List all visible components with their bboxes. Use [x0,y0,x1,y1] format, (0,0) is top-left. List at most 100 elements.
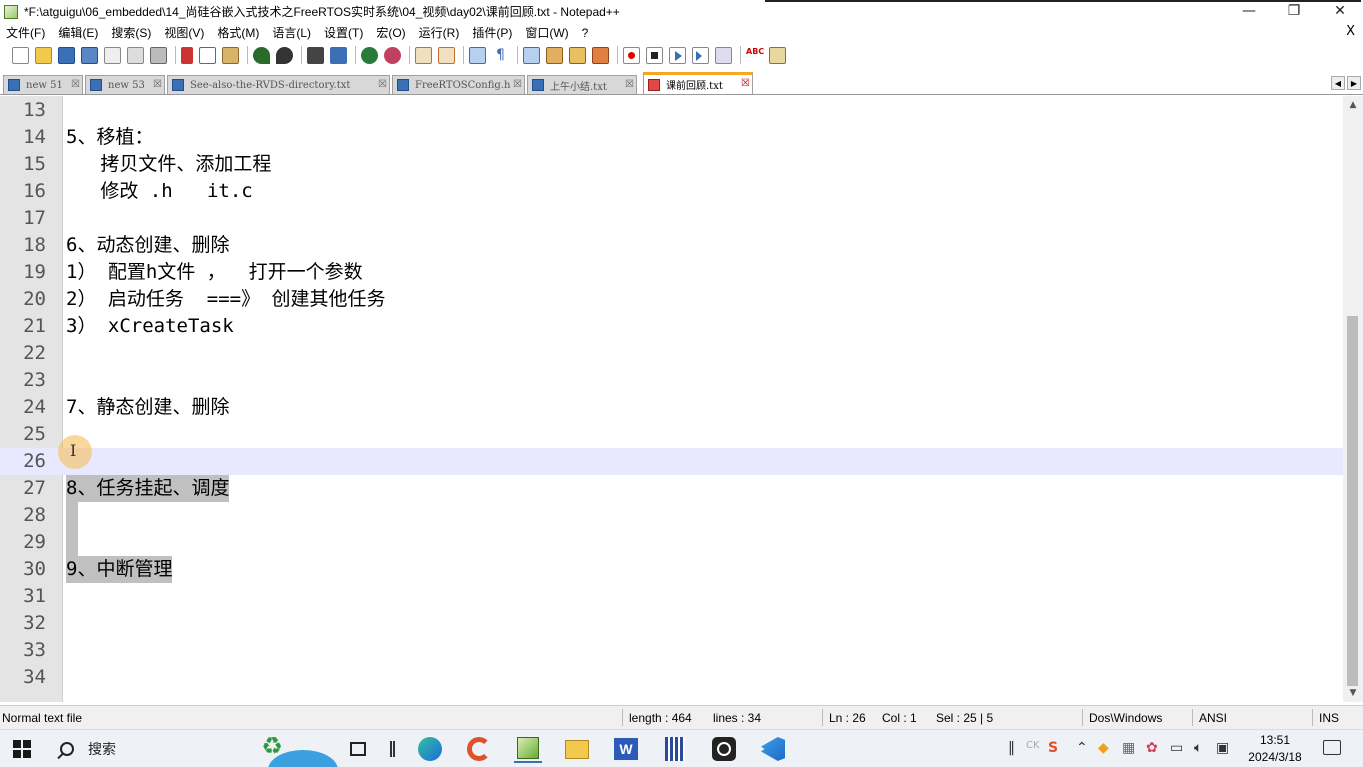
word-wrap-icon[interactable] [469,46,486,64]
editor-line[interactable]: 17 [0,205,1343,232]
find-icon[interactable] [307,46,324,64]
edge-icon[interactable] [416,735,444,763]
record-macro-icon[interactable] [623,46,640,64]
doc-map-icon[interactable] [546,46,563,64]
editor-line[interactable]: 23 [0,367,1343,394]
scroll-down-icon[interactable]: ▼ [1343,686,1363,700]
sync-v-icon[interactable] [415,46,432,64]
zoom-in-icon[interactable] [361,46,378,64]
paste-icon[interactable] [222,46,239,64]
sync-h-icon[interactable] [438,46,455,64]
tab-new-53[interactable]: new 53 ☒ [85,75,165,94]
zoom-out-icon[interactable] [384,46,401,64]
start-button[interactable] [13,740,31,758]
editor-line[interactable]: 14 5、移植： [0,124,1343,151]
close-document-button[interactable]: X [1346,24,1355,39]
menu-window[interactable]: 窗口(W) [525,24,568,41]
save-macro-icon[interactable] [715,46,732,64]
notification-icon[interactable] [1323,740,1341,755]
show-hidden-icons-icon[interactable]: ⌃ [1076,740,1088,756]
volume-icon[interactable]: 🔈︎ [1194,740,1202,756]
editor-line[interactable]: 15 拷贝文件、添加工程 [0,151,1343,178]
editor-line[interactable]: 13 [0,97,1343,124]
tab-morning-summary[interactable]: 上午小结.txt ☒ [527,75,637,94]
save-icon[interactable] [58,46,75,64]
tab-freertosconfig[interactable]: FreeRTOSConfig.h ☒ [392,75,525,94]
editor-line[interactable]: 30 9、中断管理 [0,556,1343,583]
editor-line[interactable]: 21 3） xCreateTask [0,313,1343,340]
editor-line[interactable]: 22 [0,340,1343,367]
scrollbar-thumb[interactable] [1347,316,1358,686]
editor-line[interactable]: 20 2） 启动任务 ===》 创建其他任务 [0,286,1343,313]
restore-button[interactable]: ❐ [1271,0,1317,22]
vscode-icon[interactable] [759,735,787,763]
menu-file[interactable]: 文件(F) [6,24,45,41]
editor-line[interactable]: 19 1） 配置h文件 ， 打开一个参数 [0,259,1343,286]
scroll-up-icon[interactable]: ▲ [1343,98,1363,112]
undo-icon[interactable] [253,46,270,64]
tab-scroll-right-icon[interactable]: ▶ [1347,76,1361,90]
menu-plugins[interactable]: 插件(P) [472,24,512,41]
tab-new-51[interactable]: new 51 ☒ [3,75,83,94]
redo-icon[interactable] [276,46,293,64]
folder-workspace-icon[interactable] [592,46,609,64]
tray-flower-icon[interactable]: ✿ [1146,740,1158,756]
tab-close-icon[interactable]: ☒ [153,79,162,90]
menu-format[interactable]: 格式(M) [217,24,259,41]
minimize-button[interactable]: — [1226,0,1272,22]
menu-settings[interactable]: 设置(T) [324,24,363,41]
tab-close-icon[interactable]: ☒ [378,79,387,90]
close-all-icon[interactable] [127,46,144,64]
doc-switcher-icon[interactable] [769,46,786,64]
tab-scroll-left-icon[interactable]: ◀ [1331,76,1345,90]
editor-line[interactable]: 34 [0,664,1343,691]
editor-line[interactable]: 33 [0,637,1343,664]
tab-see-also-rvds[interactable]: See-also-the-RVDS-directory.txt ☒ [167,75,390,94]
close-icon[interactable] [104,46,121,64]
editor-line[interactable]: 32 [0,610,1343,637]
stop-macro-icon[interactable] [646,46,663,64]
vertical-scrollbar[interactable]: ▲ ▼ [1343,96,1363,702]
tray-app-icon[interactable]: ◆ [1098,740,1109,756]
network-icon[interactable]: ▣ [1216,740,1229,756]
spellcheck-icon[interactable]: ABC [746,47,764,64]
menu-edit[interactable]: 编辑(E) [58,24,98,41]
menu-language[interactable]: 语言(L) [272,24,311,41]
menu-help[interactable]: ? [582,26,589,40]
close-window-button[interactable]: ✕ [1317,0,1363,22]
notepadpp-taskbar-icon[interactable] [514,735,542,763]
tab-close-icon[interactable]: ☒ [741,78,750,89]
tab-review[interactable]: 课前回顾.txt ☒ [643,72,753,94]
app-g-icon[interactable] [465,735,493,763]
open-file-icon[interactable] [35,46,52,64]
new-file-icon[interactable] [12,46,29,64]
play-macro-icon[interactable] [669,46,686,64]
editor-line[interactable]: 25 [0,421,1343,448]
menu-macro[interactable]: 宏(O) [376,24,405,41]
taskbar-clock[interactable]: 13:51 2024/3/18 [1245,732,1305,766]
editor-line[interactable]: 27 8、任务挂起、调度 [0,475,1343,502]
editor-line[interactable]: 29 [0,529,1343,556]
status-eol[interactable]: Dos\Windows [1089,711,1162,725]
sogou-icon[interactable]: S [1048,740,1058,756]
status-encoding[interactable]: ANSI [1199,711,1227,725]
menu-view[interactable]: 视图(V) [164,24,204,41]
print-icon[interactable] [150,46,167,64]
editor-line[interactable]: 24 7、静态创建、删除 [0,394,1343,421]
menu-run[interactable]: 运行(R) [419,24,460,41]
copy-icon[interactable] [199,46,216,64]
tab-close-icon[interactable]: ☒ [71,79,80,90]
tab-close-icon[interactable]: ☒ [625,79,634,90]
editor-line[interactable]: 26 [0,448,1343,475]
battery-icon[interactable]: ▭ [1170,740,1183,756]
q-app-icon[interactable] [710,735,738,763]
file-explorer-icon[interactable] [563,735,591,763]
cut-icon[interactable] [181,46,193,64]
text-editor[interactable]: 13 14 5、移植： 15 拷贝文件、添加工程 16 修改 .h it.c 17 18 6、… [0,96,1363,702]
tab-close-icon[interactable]: ☒ [513,79,522,90]
editor-line[interactable]: 28 [0,502,1343,529]
task-view-icon[interactable] [344,735,372,763]
menu-search[interactable]: 搜索(S) [111,24,151,41]
indent-guide-icon[interactable] [523,46,540,64]
editor-line[interactable]: 31 [0,583,1343,610]
